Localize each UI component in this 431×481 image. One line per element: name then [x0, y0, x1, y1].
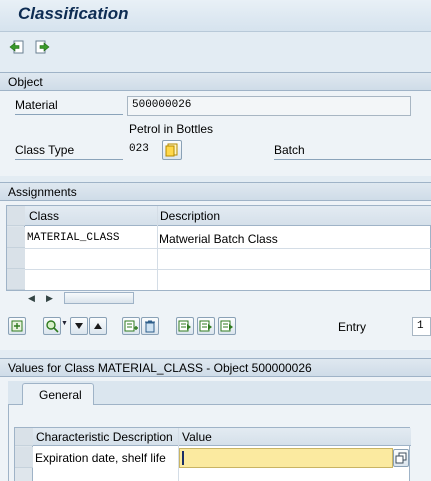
- object-group-title: Object: [8, 75, 43, 89]
- column-header-description[interactable]: Description: [160, 209, 220, 223]
- assignments-group-header: Assignments: [0, 183, 431, 201]
- forward-document-icon[interactable]: [33, 38, 51, 56]
- values-group-header: Values for Class MATERIAL_CLASS - Object…: [0, 359, 431, 377]
- column-header-class[interactable]: Class: [29, 209, 59, 223]
- page-arrow-icon: [199, 320, 212, 332]
- application-toolbar: [0, 33, 431, 63]
- multiple-values-button[interactable]: [393, 449, 409, 467]
- class-type-value: 023: [129, 143, 149, 155]
- text-cursor: [182, 451, 184, 465]
- select-all-button[interactable]: [15, 428, 33, 446]
- value-input[interactable]: [179, 448, 393, 468]
- insert-row-button[interactable]: [122, 317, 140, 335]
- row-selector[interactable]: [7, 248, 25, 269]
- object-group-header: Object: [0, 73, 431, 91]
- scroll-down-button[interactable]: [70, 317, 88, 335]
- trash-icon: [145, 320, 155, 333]
- entry-field[interactable]: 1: [412, 317, 431, 336]
- row-selector[interactable]: [15, 447, 33, 468]
- find-dropdown-icon[interactable]: ▼: [61, 320, 68, 327]
- values-group-title: Values for Class MATERIAL_CLASS - Object…: [8, 361, 312, 375]
- assignments-table: Class Description MATERIAL_CLASS Matweri…: [6, 205, 431, 291]
- material-label: Material: [15, 98, 123, 115]
- horizontal-scrollbar[interactable]: ◀ ▶: [28, 291, 168, 305]
- scroll-right-icon[interactable]: ▶: [46, 293, 53, 304]
- find-button[interactable]: [43, 317, 61, 335]
- details-icon: [11, 320, 23, 332]
- triangle-up-icon: [94, 323, 102, 329]
- material-description: Petrol in Bottles: [129, 122, 214, 136]
- insert-row-icon: [124, 320, 138, 332]
- tab-general[interactable]: General: [22, 383, 94, 406]
- detail-view-button[interactable]: [8, 317, 26, 335]
- page-arrow-icon: [178, 320, 191, 332]
- title-bar: Classification: [0, 0, 431, 32]
- search-icon: [46, 320, 59, 333]
- class-type-text: Batch: [274, 143, 431, 160]
- window-title: Classification: [18, 4, 129, 23]
- class-type-label: Class Type: [15, 143, 123, 160]
- row-selector[interactable]: [7, 227, 25, 248]
- table-cell-characteristic: Expiration date, shelf life: [35, 451, 166, 465]
- row-divider: [25, 269, 431, 270]
- characteristics-table: Characteristic Description Value Expirat…: [14, 427, 411, 481]
- triangle-down-icon: [75, 323, 83, 329]
- column-header-characteristic[interactable]: Characteristic Description: [36, 430, 173, 444]
- select-all-button[interactable]: [7, 206, 25, 226]
- assignments-group-title: Assignments: [8, 185, 77, 199]
- scrollbar-thumb[interactable]: [64, 292, 134, 304]
- table-cell-class[interactable]: MATERIAL_CLASS: [27, 232, 119, 244]
- first-entry-button[interactable]: [176, 317, 194, 335]
- class-type-help-button[interactable]: [162, 140, 182, 160]
- possible-entries-icon: [165, 143, 178, 157]
- row-divider: [25, 248, 431, 249]
- back-document-icon[interactable]: [8, 38, 26, 56]
- scroll-left-icon[interactable]: ◀: [28, 293, 35, 304]
- entry-label: Entry: [338, 320, 367, 334]
- assignments-group: Assignments Class Description MATERIAL_C…: [0, 182, 431, 350]
- delete-row-button[interactable]: [141, 317, 159, 335]
- column-header-value[interactable]: Value: [182, 430, 212, 444]
- copy-icon: [395, 452, 407, 464]
- table-cell-description[interactable]: Matwerial Batch Class: [159, 232, 278, 246]
- tab-general-label: General: [39, 388, 82, 402]
- previous-entry-button[interactable]: [197, 317, 215, 335]
- row-selector[interactable]: [7, 269, 25, 290]
- scroll-up-button[interactable]: [89, 317, 107, 335]
- values-group: Values for Class MATERIAL_CLASS - Object…: [0, 358, 431, 481]
- next-entry-button[interactable]: [218, 317, 236, 335]
- material-field[interactable]: 500000026: [127, 96, 411, 116]
- object-group: Object Material 500000026 Petrol in Bott…: [0, 72, 431, 176]
- page-arrow-icon: [220, 320, 233, 332]
